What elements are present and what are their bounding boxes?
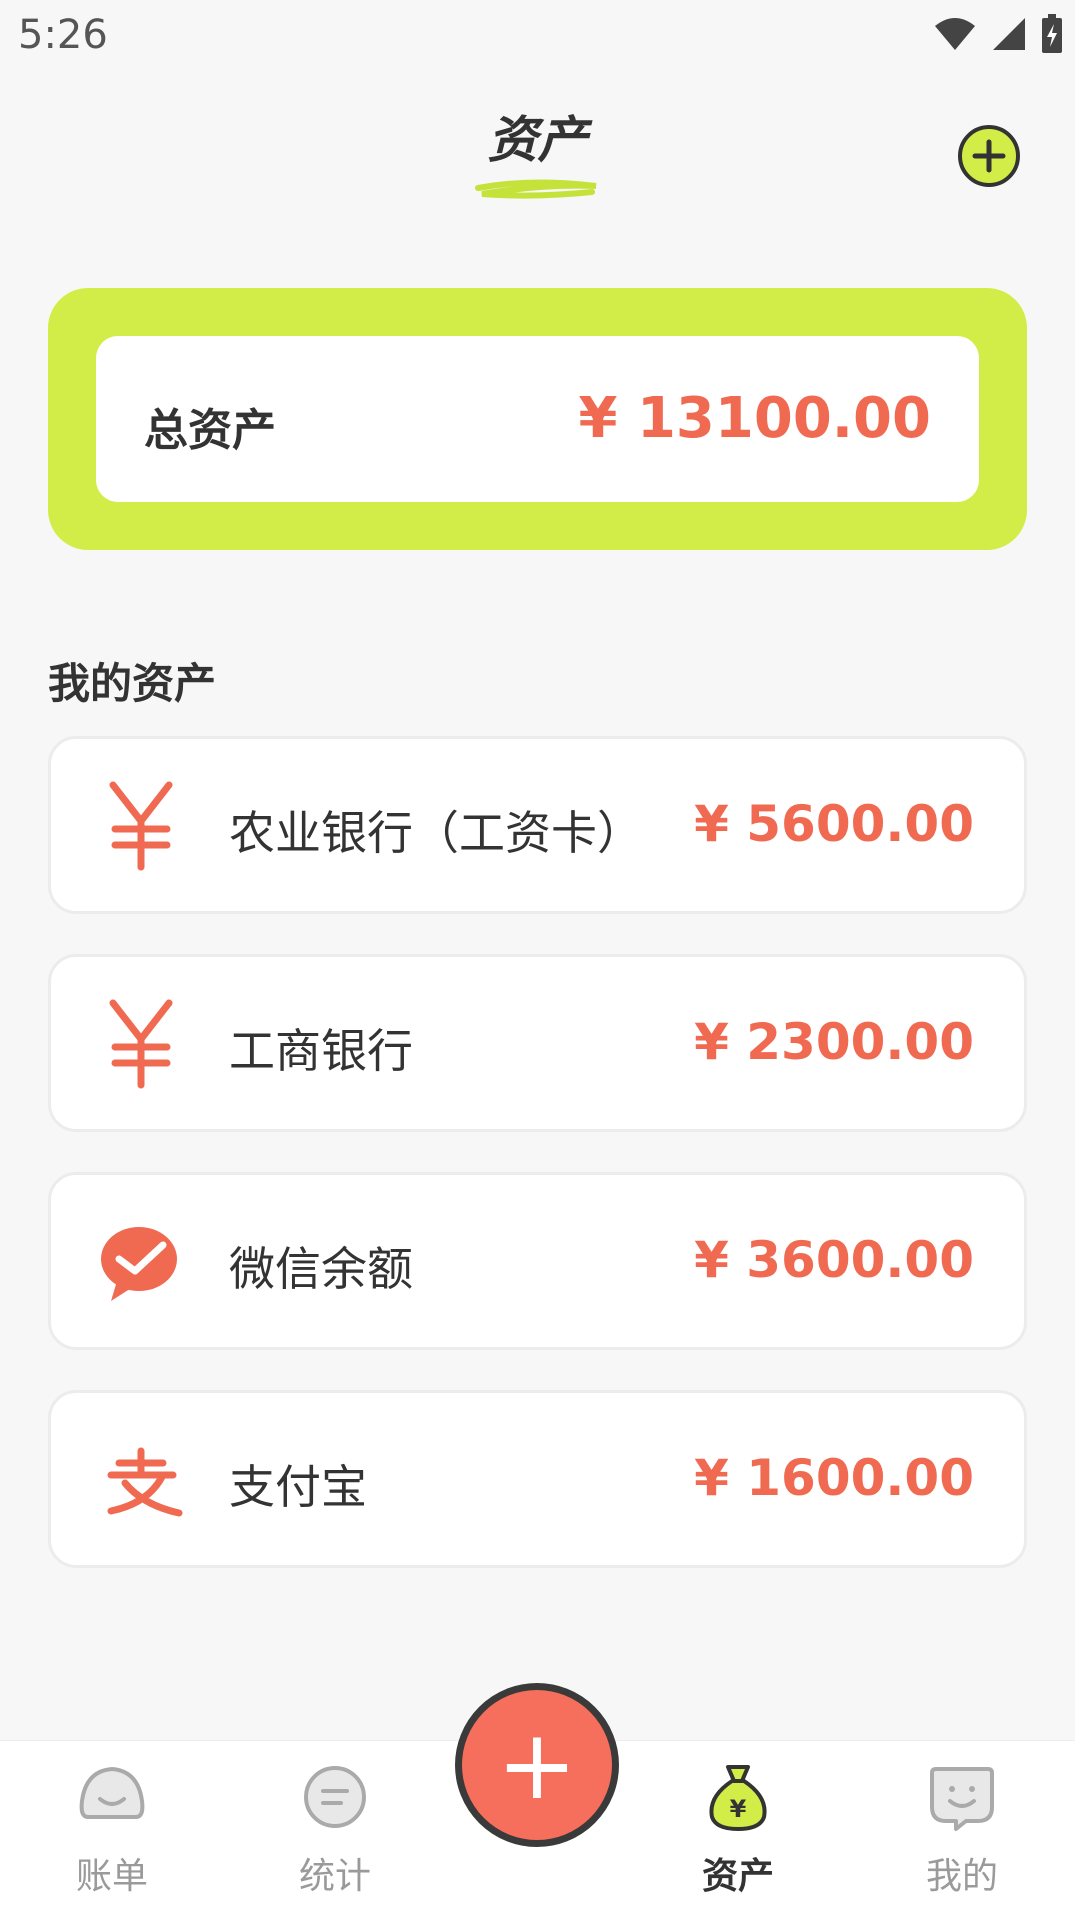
total-assets-card: 总资产 ¥ 13100.00 bbox=[48, 288, 1027, 550]
asset-amount: ¥ 2300.00 bbox=[694, 1013, 974, 1071]
total-assets-panel: 总资产 ¥ 13100.00 bbox=[96, 336, 979, 502]
battery-icon bbox=[1042, 14, 1062, 53]
asset-item-abc[interactable]: 农业银行（工资卡） ¥ 5600.00 bbox=[48, 736, 1027, 914]
total-assets-amount: ¥ 13100.00 bbox=[578, 386, 932, 451]
money-bag-icon: ¥ bbox=[709, 1765, 767, 1832]
profile-icon bbox=[930, 1767, 994, 1831]
nav-item-profile[interactable]: 我的 bbox=[882, 1761, 1042, 1899]
asset-amount: ¥ 1600.00 bbox=[694, 1449, 974, 1507]
add-asset-button[interactable] bbox=[957, 124, 1021, 188]
asset-item-alipay[interactable]: 支付宝 ¥ 1600.00 bbox=[48, 1390, 1027, 1568]
page-title: 资产 bbox=[487, 111, 588, 169]
wifi-icon bbox=[935, 18, 975, 50]
nav-label: 资产 bbox=[701, 1856, 774, 1897]
status-time: 5:26 bbox=[18, 12, 108, 58]
asset-item-wechat[interactable]: 微信余额 ¥ 3600.00 bbox=[48, 1172, 1027, 1350]
title-underline-decoration bbox=[475, 179, 597, 199]
bill-icon bbox=[79, 1766, 145, 1819]
nav-item-assets[interactable]: ¥ 资产 bbox=[658, 1761, 818, 1899]
nav-item-stats[interactable]: 统计 bbox=[255, 1761, 415, 1899]
yuan-icon bbox=[109, 999, 173, 1089]
asset-name: 工商银行 bbox=[229, 1024, 413, 1078]
alipay-icon bbox=[107, 1447, 183, 1517]
asset-name: 农业银行（工资卡） bbox=[229, 806, 643, 860]
nav-label: 统计 bbox=[298, 1856, 371, 1897]
plus-circle-icon bbox=[958, 125, 1020, 187]
nav-label: 账单 bbox=[75, 1856, 148, 1897]
section-title: 我的资产 bbox=[48, 659, 217, 708]
nav-label: 我的 bbox=[925, 1856, 998, 1897]
nav-item-bill[interactable]: 账单 bbox=[32, 1761, 192, 1899]
yuan-icon bbox=[109, 781, 173, 871]
asset-amount: ¥ 3600.00 bbox=[694, 1231, 974, 1289]
asset-name: 微信余额 bbox=[229, 1242, 413, 1296]
status-bar: 5:26 bbox=[0, 0, 1075, 72]
wechat-icon bbox=[101, 1227, 177, 1301]
add-record-button[interactable]: + bbox=[455, 1683, 619, 1847]
asset-amount: ¥ 5600.00 bbox=[694, 795, 974, 853]
asset-list: 农业银行（工资卡） ¥ 5600.00 工商银行 ¥ 2300.00 微信余额 … bbox=[48, 736, 1027, 1608]
stats-icon bbox=[304, 1766, 366, 1828]
svg-text:¥: ¥ bbox=[730, 1795, 747, 1823]
total-assets-label: 总资产 bbox=[144, 405, 276, 456]
asset-item-icbc[interactable]: 工商银行 ¥ 2300.00 bbox=[48, 954, 1027, 1132]
asset-name: 支付宝 bbox=[229, 1460, 367, 1514]
signal-icon bbox=[993, 18, 1025, 50]
status-icons bbox=[933, 14, 1063, 54]
